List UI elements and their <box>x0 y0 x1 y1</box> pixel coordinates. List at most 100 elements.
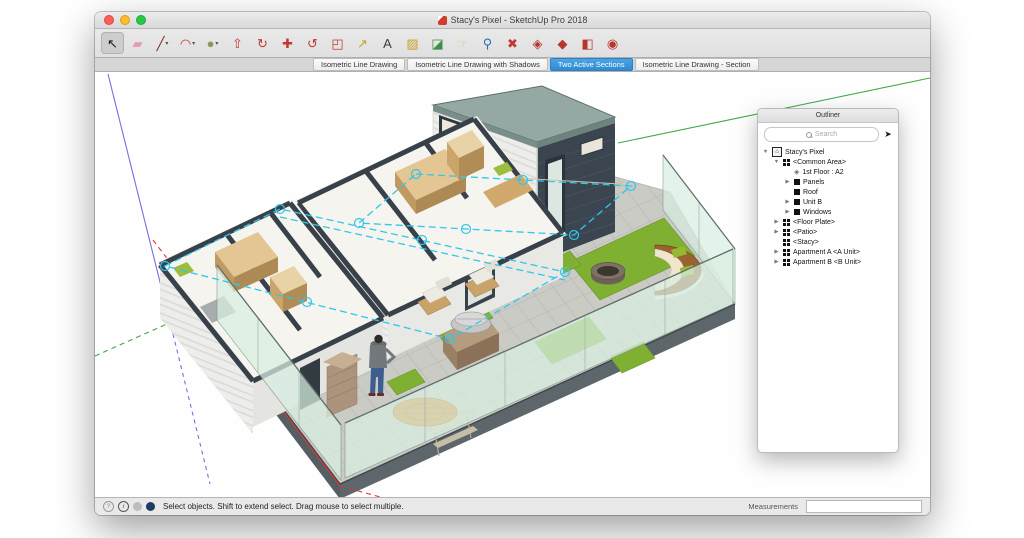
outliner-search-input[interactable]: Search <box>764 127 879 142</box>
shapes-tool[interactable]: ●▾ <box>201 32 224 54</box>
outliner-item-label: Panels <box>803 179 824 186</box>
zoom-tool[interactable]: ⚲ <box>476 32 499 54</box>
3d-warehouse-tool[interactable]: ◈ <box>526 32 549 54</box>
zoom-button[interactable] <box>136 15 146 25</box>
disclosure-open-icon[interactable]: ▼ <box>773 159 780 165</box>
disclosure-closed-icon[interactable]: ▶ <box>773 259 780 265</box>
scene-tab-4[interactable]: Isometric Line Drawing - Section <box>635 58 759 71</box>
rotate-tool[interactable]: ↺ <box>301 32 324 54</box>
outliner-tree: ▼⌂Stacy's Pixel▼<Common Area>◈1st Floor … <box>758 145 898 452</box>
minimize-button[interactable] <box>120 15 130 25</box>
section-plane-tool[interactable]: ◪ <box>426 32 449 54</box>
paint-bucket-icon: ▨ <box>406 37 418 50</box>
scene-tab-1[interactable]: Isometric Line Drawing <box>313 58 405 71</box>
user-icon[interactable] <box>133 502 142 511</box>
arcs-dropdown-icon[interactable]: ▾ <box>192 40 195 47</box>
pan-tool[interactable]: ☞ <box>451 32 474 54</box>
sketchup-window: Stacy's Pixel - SketchUp Pro 2018 ↖▰╱▾◠▾… <box>95 12 930 515</box>
tape-measure-icon: ↗ <box>357 37 368 50</box>
measurements-input[interactable] <box>806 500 922 513</box>
screen: Stacy's Pixel - SketchUp Pro 2018 ↖▰╱▾◠▾… <box>0 0 1024 538</box>
arcs-tool[interactable]: ◠▾ <box>176 32 199 54</box>
search-placeholder: Search <box>815 131 837 138</box>
outliner-item[interactable]: ▼<Common Area> <box>758 157 898 167</box>
component-icon <box>783 229 786 232</box>
select-icon: ↖ <box>107 37 118 50</box>
outliner-item[interactable]: ▶Unit B <box>758 197 898 207</box>
scale-tool[interactable]: ◰ <box>326 32 349 54</box>
title-bar[interactable]: Stacy's Pixel - SketchUp Pro 2018 <box>95 12 930 29</box>
disclosure-closed-icon[interactable]: ▶ <box>773 219 780 225</box>
move-icon: ✚ <box>282 37 293 50</box>
disclosure-closed-icon[interactable]: ▶ <box>784 209 791 215</box>
line-dropdown-icon[interactable]: ▾ <box>165 40 168 47</box>
outliner-panel[interactable]: Outliner Search ➤ ▼⌂Stacy's Pixel▼<Commo… <box>757 108 899 453</box>
text-tool[interactable]: A <box>376 32 399 54</box>
scene-tabs-bar: Isometric Line DrawingIsometric Line Dra… <box>95 58 930 72</box>
toolbar: ↖▰╱▾◠▾●▾⇧↻✚↺◰↗A▨◪☞⚲✖◈◆◧◉ <box>95 29 930 58</box>
outliner-item[interactable]: ▶Apartment B <B Unit> <box>758 257 898 267</box>
component-icon <box>783 249 786 252</box>
zoom-extents-tool[interactable]: ✖ <box>501 32 524 54</box>
outliner-item[interactable]: Roof <box>758 187 898 197</box>
info-icon[interactable]: i <box>118 501 129 512</box>
outliner-item[interactable]: ▶<Patio> <box>758 227 898 237</box>
disclosure-closed-icon[interactable]: ▶ <box>773 249 780 255</box>
measurements-label: Measurements <box>748 502 798 511</box>
move-tool[interactable]: ✚ <box>276 32 299 54</box>
component-icon <box>783 159 786 162</box>
shapes-dropdown-icon[interactable]: ▾ <box>215 40 218 47</box>
follow-me-icon: ↻ <box>257 37 268 50</box>
tape-measure-tool[interactable]: ↗ <box>351 32 374 54</box>
eraser-icon: ▰ <box>133 37 143 50</box>
viewport[interactable]: Outliner Search ➤ ▼⌂Stacy's Pixel▼<Commo… <box>95 72 930 497</box>
group-icon <box>794 189 800 195</box>
outliner-item-label: <Floor Plate> <box>793 219 835 226</box>
scene-tab-2[interactable]: Isometric Line Drawing with Shadows <box>407 58 548 71</box>
document-icon <box>438 16 447 25</box>
push-pull-tool[interactable]: ⇧ <box>226 32 249 54</box>
send-to-layout-icon: ◧ <box>581 37 593 50</box>
arcs-icon: ◠ <box>180 37 191 50</box>
follow-me-tool[interactable]: ↻ <box>251 32 274 54</box>
disclosure-closed-icon[interactable]: ▶ <box>784 179 791 185</box>
outliner-item[interactable]: ▶Windows <box>758 207 898 217</box>
outliner-item[interactable]: <Stacy> <box>758 237 898 247</box>
outliner-item[interactable]: ▶ <Floor Plate> <box>758 217 898 227</box>
push-pull-icon: ⇧ <box>232 37 243 50</box>
disclosure-closed-icon[interactable]: ▶ <box>773 229 780 235</box>
zoom-extents-icon: ✖ <box>507 37 518 50</box>
close-button[interactable] <box>104 15 114 25</box>
group-icon <box>794 179 800 185</box>
scene-tab-3[interactable]: Two Active Sections <box>550 58 633 71</box>
add-location-tool[interactable]: ◉ <box>601 32 624 54</box>
pan-icon: ☞ <box>457 37 469 50</box>
send-to-layout-tool[interactable]: ◧ <box>576 32 599 54</box>
outliner-item[interactable]: ▶Apartment A <A Unit> <box>758 247 898 257</box>
outliner-item[interactable]: ▶ Panels <box>758 177 898 187</box>
disclosure-open-icon[interactable]: ▼ <box>762 149 769 155</box>
shapes-icon: ● <box>207 37 215 50</box>
eraser-tool[interactable]: ▰ <box>126 32 149 54</box>
help-icon[interactable]: ? <box>103 501 114 512</box>
outliner-item-label: Stacy's Pixel <box>785 149 824 156</box>
paint-bucket-tool[interactable]: ▨ <box>401 32 424 54</box>
outliner-filter-button[interactable]: ➤ <box>882 129 894 141</box>
outliner-item[interactable]: ◈1st Floor : A2 <box>758 167 898 177</box>
window-title: Stacy's Pixel - SketchUp Pro 2018 <box>451 15 588 25</box>
line-icon: ╱ <box>157 37 165 50</box>
select-tool[interactable]: ↖ <box>101 32 124 54</box>
fire-pit[interactable] <box>591 263 625 285</box>
outliner-title[interactable]: Outliner <box>758 109 898 123</box>
model-credit-icon[interactable] <box>146 502 155 511</box>
rotate-icon: ↺ <box>307 37 318 50</box>
extension-warehouse-tool[interactable]: ◆ <box>551 32 574 54</box>
extension-warehouse-icon: ◆ <box>558 37 568 50</box>
disclosure-closed-icon[interactable]: ▶ <box>784 199 791 205</box>
line-tool[interactable]: ╱▾ <box>151 32 174 54</box>
outliner-item[interactable]: ▼⌂Stacy's Pixel <box>758 147 898 157</box>
section-plane-icon: ◪ <box>431 37 443 50</box>
search-icon <box>806 132 812 138</box>
outliner-item-label: Roof <box>803 189 818 196</box>
3d-warehouse-icon: ◈ <box>533 37 543 50</box>
